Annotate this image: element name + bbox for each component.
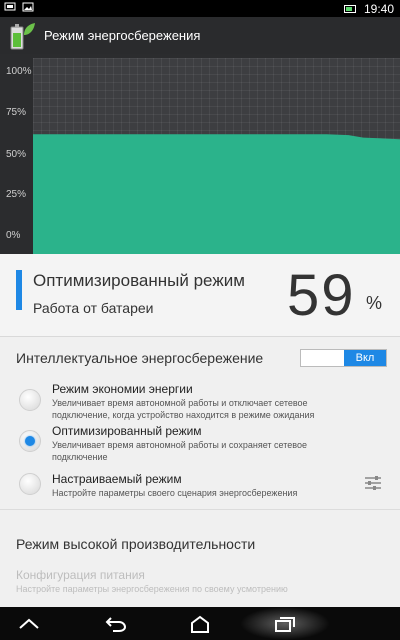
battery-chart: 100% 75% 50% 25% 0% xyxy=(0,54,400,254)
option-desc: Увеличивает время автономной работы и со… xyxy=(52,440,307,462)
action-bar: Режим энергосбережения xyxy=(0,17,400,54)
radio-button-selected[interactable] xyxy=(19,430,41,452)
power-source: Работа от батареи xyxy=(33,300,154,316)
y-tick-label: 0% xyxy=(6,230,21,241)
option-title: Режим экономии энергии xyxy=(52,382,193,396)
option-title: Оптимизированный режим xyxy=(52,424,202,438)
system-icons: 19:40 xyxy=(343,2,394,16)
y-tick-label: 50% xyxy=(6,149,27,160)
radio-button[interactable] xyxy=(19,389,41,411)
navigation-bar xyxy=(0,607,400,640)
y-tick-label: 25% xyxy=(6,189,27,200)
tune-settings-icon[interactable] xyxy=(364,475,382,491)
percent-sign: % xyxy=(366,293,383,313)
smart-saving-label: Интеллектуальное энергосбережение xyxy=(16,350,264,366)
page-title: Режим энергосбережения xyxy=(44,28,201,43)
settings-panel: Интеллектуальное энергосбережение Вкл Ре… xyxy=(0,337,400,607)
status-bar: 19:40 xyxy=(0,0,400,17)
notification-icons xyxy=(4,2,34,15)
image-icon xyxy=(22,2,34,15)
home-icon[interactable] xyxy=(185,613,215,635)
chart-svg xyxy=(33,134,400,254)
accent-bar xyxy=(16,270,22,310)
back-icon[interactable] xyxy=(101,613,131,635)
battery-percent: 59 xyxy=(287,263,356,328)
smart-saving-toggle[interactable]: Вкл xyxy=(300,349,387,367)
chevron-up-icon[interactable] xyxy=(14,613,44,635)
divider xyxy=(0,509,400,510)
option-desc: Настройте параметры своего сценария энер… xyxy=(52,488,298,498)
radio-button[interactable] xyxy=(19,473,41,495)
clock: 19:40 xyxy=(363,2,394,16)
y-tick-label: 100% xyxy=(6,66,32,77)
toggle-on-label: Вкл xyxy=(344,350,386,366)
high-performance-mode[interactable]: Режим высокой производительности xyxy=(16,536,255,552)
y-tick-label: 75% xyxy=(6,107,27,118)
battery-level-area xyxy=(33,134,400,254)
current-mode-name: Оптимизированный режим xyxy=(33,271,245,290)
option-desc: Увеличивает время автономной работы и от… xyxy=(52,398,315,420)
chart-plot-area xyxy=(33,58,400,254)
power-config-title: Конфигурация питания xyxy=(16,568,145,582)
battery-leaf-icon xyxy=(8,21,36,51)
usb-debug-icon xyxy=(4,2,16,15)
battery-icon xyxy=(343,5,356,13)
power-config-desc: Настройте параметры энергосбережения по … xyxy=(16,584,288,594)
option-title: Настраиваемый режим xyxy=(52,472,182,486)
recent-apps-icon[interactable] xyxy=(270,613,300,635)
